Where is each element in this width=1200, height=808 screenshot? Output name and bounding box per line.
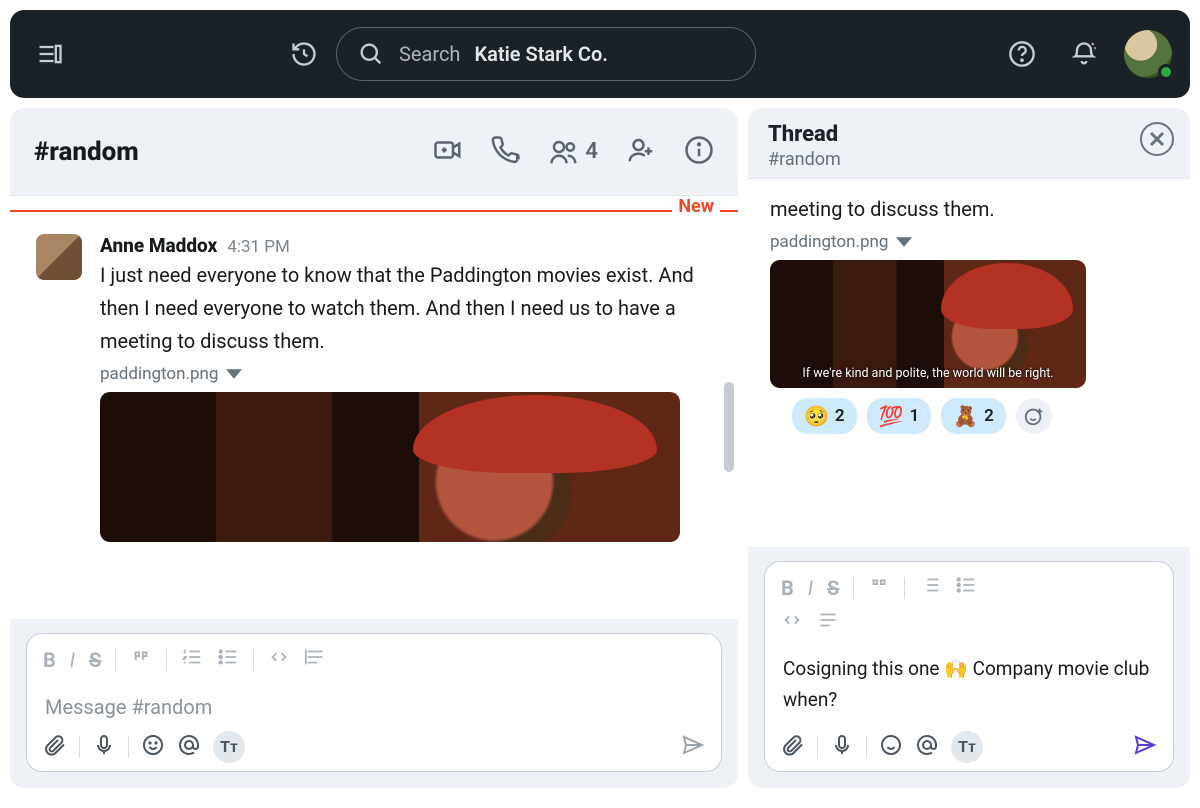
code-icon[interactable] xyxy=(781,609,803,636)
attach-icon[interactable] xyxy=(781,733,805,761)
chevron-down-icon xyxy=(896,234,912,250)
channel-panel: #random 4 New Anne Maddox 4:31 PM I just… xyxy=(10,108,738,788)
search-input[interactable]: Search Katie Stark Co. xyxy=(336,27,756,81)
quote-icon[interactable] xyxy=(868,574,890,601)
bullet-list-icon[interactable] xyxy=(217,646,239,673)
format-toggle-icon[interactable]: Tᴛ xyxy=(951,731,983,763)
start-video-icon[interactable] xyxy=(433,135,463,169)
thread-snippet: meeting to discuss them. xyxy=(770,191,1168,226)
start-call-icon[interactable] xyxy=(491,135,521,169)
bold-icon[interactable]: B xyxy=(781,576,794,600)
message: Anne Maddox 4:31 PM I just need everyone… xyxy=(10,224,738,542)
format-toolbar: B I S xyxy=(781,572,1157,609)
thread-composer: B I S Cosigning this one 🙌 Company movie… xyxy=(764,561,1174,772)
search-prefix: Search xyxy=(399,42,460,66)
italic-icon[interactable]: I xyxy=(70,648,75,672)
bold-icon[interactable]: B xyxy=(43,648,56,672)
author-avatar[interactable] xyxy=(36,234,82,280)
whats-new-icon[interactable] xyxy=(1062,32,1106,76)
attach-icon[interactable] xyxy=(43,733,67,761)
emoji-icon[interactable] xyxy=(879,733,903,761)
user-avatar[interactable] xyxy=(1124,30,1172,78)
italic-icon[interactable]: I xyxy=(808,576,813,600)
add-reaction-button[interactable] xyxy=(1016,398,1052,434)
reaction[interactable]: 🧸2 xyxy=(941,398,1006,434)
search-icon xyxy=(357,40,385,68)
code-icon[interactable] xyxy=(268,646,290,673)
send-button[interactable] xyxy=(1133,733,1157,761)
reactions-row: 🥺2 💯1 🧸2 xyxy=(770,388,1168,434)
thread-attachment-name[interactable]: paddington.png xyxy=(770,226,1168,252)
image-caption: If we're kind and polite, the world will… xyxy=(770,366,1086,382)
presence-dot xyxy=(1158,64,1174,80)
strike-icon[interactable]: S xyxy=(89,648,101,672)
member-count[interactable]: 4 xyxy=(549,137,598,167)
thread-title: Thread xyxy=(768,122,1170,147)
reaction[interactable]: 🥺2 xyxy=(792,398,857,434)
codeblock-icon[interactable] xyxy=(817,609,839,636)
channel-title[interactable]: #random xyxy=(34,137,139,167)
bullet-list-icon[interactable] xyxy=(955,574,977,601)
search-workspace: Katie Stark Co. xyxy=(474,42,608,66)
composer-input[interactable] xyxy=(43,681,705,725)
audio-icon[interactable] xyxy=(92,733,116,761)
message-list: New Anne Maddox 4:31 PM I just need ever… xyxy=(10,196,738,619)
format-toolbar: B I S xyxy=(43,644,705,681)
thread-subtitle[interactable]: #random xyxy=(768,147,1170,170)
thread-composer-text[interactable]: Cosigning this one 🙌 Company movie club … xyxy=(781,644,1157,725)
strike-icon[interactable]: S xyxy=(827,576,839,600)
add-member-icon[interactable] xyxy=(626,135,656,169)
channel-header: #random 4 xyxy=(10,108,738,196)
thread-image-attachment[interactable]: If we're kind and polite, the world will… xyxy=(770,260,1086,388)
close-thread-button[interactable] xyxy=(1140,122,1174,156)
emoji-icon[interactable] xyxy=(141,733,165,761)
send-button[interactable] xyxy=(681,733,705,761)
mention-icon[interactable] xyxy=(915,733,939,761)
attachment-name[interactable]: paddington.png xyxy=(100,358,712,384)
chevron-down-icon xyxy=(226,366,242,382)
thread-panel: Thread #random meeting to discuss them. … xyxy=(748,108,1190,788)
scrollbar[interactable] xyxy=(724,382,734,472)
author-name[interactable]: Anne Maddox xyxy=(100,234,217,257)
mention-icon[interactable] xyxy=(177,733,201,761)
panel-toggle-icon[interactable] xyxy=(28,32,72,76)
message-time: 4:31 PM xyxy=(227,237,290,257)
image-attachment[interactable] xyxy=(100,392,680,542)
ordered-list-icon[interactable] xyxy=(919,574,941,601)
channel-info-icon[interactable] xyxy=(684,135,714,169)
ordered-list-icon[interactable] xyxy=(181,646,203,673)
help-icon[interactable] xyxy=(1000,32,1044,76)
thread-header: Thread #random xyxy=(748,108,1190,179)
codeblock-icon[interactable] xyxy=(304,646,326,673)
audio-icon[interactable] xyxy=(830,733,854,761)
quote-icon[interactable] xyxy=(130,646,152,673)
history-icon[interactable] xyxy=(282,32,326,76)
new-messages-divider: New xyxy=(10,196,738,224)
format-toggle-icon[interactable]: Tᴛ xyxy=(213,731,245,763)
message-body: I just need everyone to know that the Pa… xyxy=(100,257,712,358)
message-composer: B I S xyxy=(26,633,722,772)
reaction[interactable]: 💯1 xyxy=(867,398,932,434)
top-nav: Search Katie Stark Co. xyxy=(10,10,1190,98)
